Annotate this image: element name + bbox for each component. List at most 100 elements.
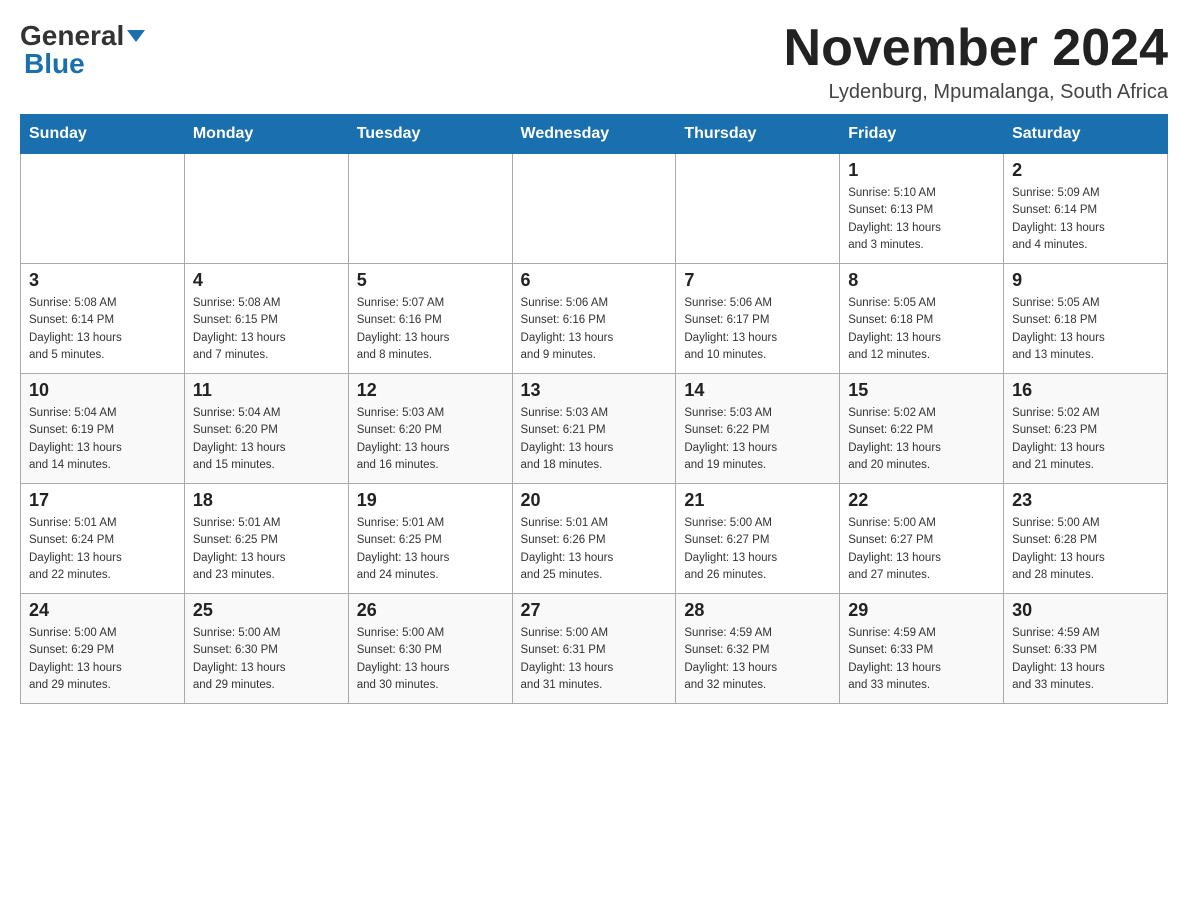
day-info: Sunrise: 4:59 AM Sunset: 6:33 PM Dayligh… xyxy=(848,625,995,694)
day-info: Sunrise: 5:02 AM Sunset: 6:22 PM Dayligh… xyxy=(848,405,995,474)
calendar-cell: 20 Sunrise: 5:01 AM Sunset: 6:26 PM Dayli… xyxy=(512,484,676,594)
calendar-cell xyxy=(512,154,676,264)
day-info: Sunrise: 5:08 AM Sunset: 6:14 PM Dayligh… xyxy=(29,295,176,364)
day-info: Sunrise: 5:10 AM Sunset: 6:13 PM Dayligh… xyxy=(848,185,995,254)
calendar-cell: 22 Sunrise: 5:00 AM Sunset: 6:27 PM Dayli… xyxy=(840,484,1004,594)
day-info: Sunrise: 5:08 AM Sunset: 6:15 PM Dayligh… xyxy=(193,295,340,364)
logo: General Blue xyxy=(20,20,145,80)
calendar-cell: 1 Sunrise: 5:10 AM Sunset: 6:13 PM Daylig… xyxy=(840,154,1004,264)
day-info: Sunrise: 5:05 AM Sunset: 6:18 PM Dayligh… xyxy=(848,295,995,364)
day-info: Sunrise: 5:07 AM Sunset: 6:16 PM Dayligh… xyxy=(357,295,504,364)
day-info: Sunrise: 5:00 AM Sunset: 6:30 PM Dayligh… xyxy=(357,625,504,694)
calendar-cell: 27 Sunrise: 5:00 AM Sunset: 6:31 PM Dayli… xyxy=(512,594,676,704)
calendar-cell: 3 Sunrise: 5:08 AM Sunset: 6:14 PM Daylig… xyxy=(21,264,185,374)
calendar-header-row: SundayMondayTuesdayWednesdayThursdayFrid… xyxy=(21,115,1168,154)
day-info: Sunrise: 5:00 AM Sunset: 6:31 PM Dayligh… xyxy=(521,625,668,694)
calendar-week-1: 1 Sunrise: 5:10 AM Sunset: 6:13 PM Daylig… xyxy=(21,154,1168,264)
day-number: 23 xyxy=(1012,490,1159,511)
day-info: Sunrise: 5:03 AM Sunset: 6:21 PM Dayligh… xyxy=(521,405,668,474)
day-info: Sunrise: 5:00 AM Sunset: 6:28 PM Dayligh… xyxy=(1012,515,1159,584)
day-info: Sunrise: 5:06 AM Sunset: 6:16 PM Dayligh… xyxy=(521,295,668,364)
calendar-cell: 23 Sunrise: 5:00 AM Sunset: 6:28 PM Dayli… xyxy=(1004,484,1168,594)
calendar-cell: 8 Sunrise: 5:05 AM Sunset: 6:18 PM Daylig… xyxy=(840,264,1004,374)
day-number: 8 xyxy=(848,270,995,291)
day-number: 9 xyxy=(1012,270,1159,291)
calendar-cell: 6 Sunrise: 5:06 AM Sunset: 6:16 PM Daylig… xyxy=(512,264,676,374)
calendar-cell: 10 Sunrise: 5:04 AM Sunset: 6:19 PM Dayli… xyxy=(21,374,185,484)
day-number: 5 xyxy=(357,270,504,291)
day-info: Sunrise: 5:09 AM Sunset: 6:14 PM Dayligh… xyxy=(1012,185,1159,254)
calendar-cell: 13 Sunrise: 5:03 AM Sunset: 6:21 PM Dayli… xyxy=(512,374,676,484)
day-number: 14 xyxy=(684,380,831,401)
day-number: 17 xyxy=(29,490,176,511)
calendar-cell: 9 Sunrise: 5:05 AM Sunset: 6:18 PM Daylig… xyxy=(1004,264,1168,374)
day-info: Sunrise: 5:01 AM Sunset: 6:26 PM Dayligh… xyxy=(521,515,668,584)
day-info: Sunrise: 5:05 AM Sunset: 6:18 PM Dayligh… xyxy=(1012,295,1159,364)
day-number: 13 xyxy=(521,380,668,401)
month-title: November 2024 xyxy=(784,20,1168,77)
calendar-cell: 15Sunrise: 5:02 AM Sunset: 6:22 PM Dayli… xyxy=(840,374,1004,484)
calendar-cell: 25 Sunrise: 5:00 AM Sunset: 6:30 PM Dayli… xyxy=(184,594,348,704)
calendar-cell: 28 Sunrise: 4:59 AM Sunset: 6:32 PM Dayli… xyxy=(676,594,840,704)
day-info: Sunrise: 5:00 AM Sunset: 6:27 PM Dayligh… xyxy=(684,515,831,584)
day-number: 27 xyxy=(521,600,668,621)
day-number: 24 xyxy=(29,600,176,621)
day-info: Sunrise: 4:59 AM Sunset: 6:33 PM Dayligh… xyxy=(1012,625,1159,694)
day-info: Sunrise: 5:01 AM Sunset: 6:25 PM Dayligh… xyxy=(357,515,504,584)
day-number: 11 xyxy=(193,380,340,401)
calendar-cell: 29 Sunrise: 4:59 AM Sunset: 6:33 PM Dayli… xyxy=(840,594,1004,704)
title-area: November 2024 Lydenburg, Mpumalanga, Sou… xyxy=(784,20,1168,104)
day-info: Sunrise: 5:03 AM Sunset: 6:20 PM Dayligh… xyxy=(357,405,504,474)
day-number: 29 xyxy=(848,600,995,621)
calendar-cell: 26Sunrise: 5:00 AM Sunset: 6:30 PM Dayli… xyxy=(348,594,512,704)
calendar-week-2: 3 Sunrise: 5:08 AM Sunset: 6:14 PM Daylig… xyxy=(21,264,1168,374)
calendar-cell: 4Sunrise: 5:08 AM Sunset: 6:15 PM Daylig… xyxy=(184,264,348,374)
calendar-cell: 5 Sunrise: 5:07 AM Sunset: 6:16 PM Daylig… xyxy=(348,264,512,374)
day-number: 28 xyxy=(684,600,831,621)
calendar-cell: 30Sunrise: 4:59 AM Sunset: 6:33 PM Dayli… xyxy=(1004,594,1168,704)
day-number: 7 xyxy=(684,270,831,291)
calendar-cell: 21 Sunrise: 5:00 AM Sunset: 6:27 PM Dayli… xyxy=(676,484,840,594)
weekday-header-saturday: Saturday xyxy=(1004,115,1168,154)
day-info: Sunrise: 5:00 AM Sunset: 6:29 PM Dayligh… xyxy=(29,625,176,694)
calendar-cell: 18Sunrise: 5:01 AM Sunset: 6:25 PM Dayli… xyxy=(184,484,348,594)
calendar-cell: 16Sunrise: 5:02 AM Sunset: 6:23 PM Dayli… xyxy=(1004,374,1168,484)
calendar-cell: 14 Sunrise: 5:03 AM Sunset: 6:22 PM Dayli… xyxy=(676,374,840,484)
weekday-header-sunday: Sunday xyxy=(21,115,185,154)
day-info: Sunrise: 5:04 AM Sunset: 6:19 PM Dayligh… xyxy=(29,405,176,474)
day-info: Sunrise: 5:00 AM Sunset: 6:30 PM Dayligh… xyxy=(193,625,340,694)
calendar-cell: 24 Sunrise: 5:00 AM Sunset: 6:29 PM Dayli… xyxy=(21,594,185,704)
day-number: 1 xyxy=(848,160,995,181)
calendar-cell: 19 Sunrise: 5:01 AM Sunset: 6:25 PM Dayli… xyxy=(348,484,512,594)
day-number: 2 xyxy=(1012,160,1159,181)
calendar-cell: 2 Sunrise: 5:09 AM Sunset: 6:14 PM Daylig… xyxy=(1004,154,1168,264)
calendar-cell: 7 Sunrise: 5:06 AM Sunset: 6:17 PM Daylig… xyxy=(676,264,840,374)
page-header: General Blue November 2024 Lydenburg, Mp… xyxy=(20,20,1168,104)
day-info: Sunrise: 5:01 AM Sunset: 6:24 PM Dayligh… xyxy=(29,515,176,584)
day-info: Sunrise: 5:04 AM Sunset: 6:20 PM Dayligh… xyxy=(193,405,340,474)
day-number: 10 xyxy=(29,380,176,401)
day-number: 19 xyxy=(357,490,504,511)
day-number: 21 xyxy=(684,490,831,511)
logo-blue: Blue xyxy=(20,48,85,80)
day-number: 18 xyxy=(193,490,340,511)
calendar-cell: 12 Sunrise: 5:03 AM Sunset: 6:20 PM Dayli… xyxy=(348,374,512,484)
day-number: 20 xyxy=(521,490,668,511)
day-number: 3 xyxy=(29,270,176,291)
day-info: Sunrise: 5:03 AM Sunset: 6:22 PM Dayligh… xyxy=(684,405,831,474)
day-info: Sunrise: 5:00 AM Sunset: 6:27 PM Dayligh… xyxy=(848,515,995,584)
day-number: 22 xyxy=(848,490,995,511)
day-number: 12 xyxy=(357,380,504,401)
calendar-week-4: 17 Sunrise: 5:01 AM Sunset: 6:24 PM Dayli… xyxy=(21,484,1168,594)
day-number: 25 xyxy=(193,600,340,621)
weekday-header-monday: Monday xyxy=(184,115,348,154)
calendar-cell: 11 Sunrise: 5:04 AM Sunset: 6:20 PM Dayli… xyxy=(184,374,348,484)
calendar-cell xyxy=(676,154,840,264)
day-number: 6 xyxy=(521,270,668,291)
day-info: Sunrise: 5:06 AM Sunset: 6:17 PM Dayligh… xyxy=(684,295,831,364)
day-info: Sunrise: 5:02 AM Sunset: 6:23 PM Dayligh… xyxy=(1012,405,1159,474)
calendar-week-5: 24 Sunrise: 5:00 AM Sunset: 6:29 PM Dayli… xyxy=(21,594,1168,704)
day-info: Sunrise: 4:59 AM Sunset: 6:32 PM Dayligh… xyxy=(684,625,831,694)
location-title: Lydenburg, Mpumalanga, South Africa xyxy=(784,81,1168,104)
calendar-table: SundayMondayTuesdayWednesdayThursdayFrid… xyxy=(20,114,1168,704)
